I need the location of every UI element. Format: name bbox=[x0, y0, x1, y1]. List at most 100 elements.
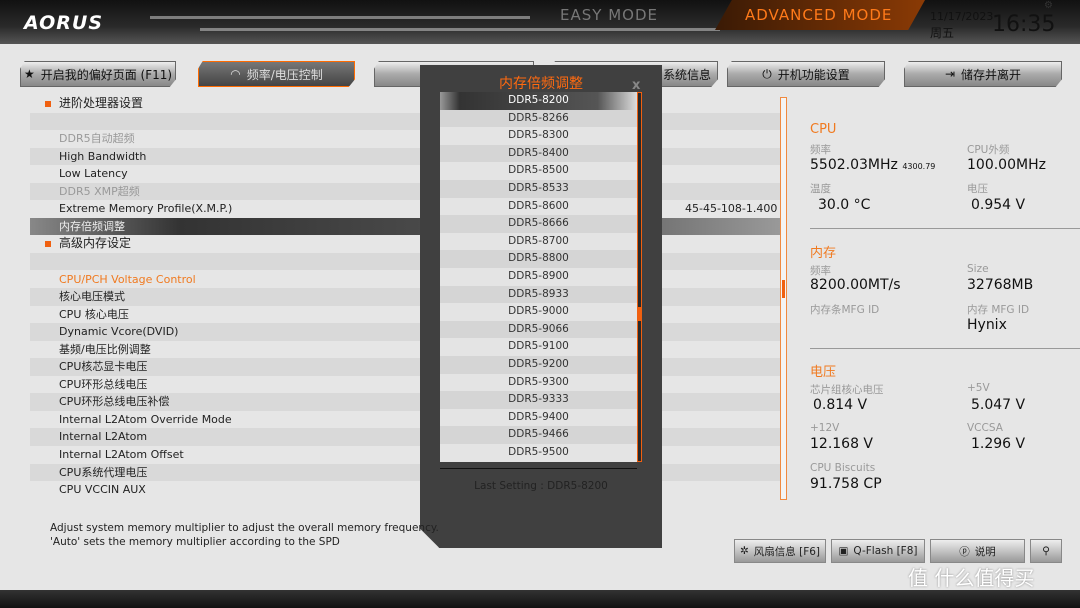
settings-row-label: Internal L2Atom Override Mode bbox=[59, 412, 232, 426]
settings-row[interactable]: CPU系统代理电压 bbox=[30, 463, 780, 482]
settings-row-label: CPU环形总线电压 bbox=[59, 377, 148, 391]
label: 内存 MFG ID bbox=[967, 304, 1030, 316]
settings-row[interactable]: 基频/电压比例调整 bbox=[30, 341, 780, 359]
settings-row bbox=[30, 112, 780, 131]
power-icon: ⏻ bbox=[762, 66, 772, 81]
fan-info-button[interactable]: ✲ 风扇信息 [F6] bbox=[734, 539, 826, 563]
advanced-mode-button[interactable]: ADVANCED MODE bbox=[715, 0, 925, 30]
label: 频率 bbox=[810, 265, 831, 277]
memory-mfg: Hynix bbox=[967, 317, 1007, 333]
settings-row[interactable]: CPU VCCIN AUX bbox=[30, 481, 780, 499]
option-item[interactable]: DDR5-9300 bbox=[440, 374, 637, 392]
settings-row-label: Internal L2Atom Offset bbox=[59, 448, 184, 461]
settings-row-label: CPU系统代理电压 bbox=[59, 465, 148, 479]
settings-row-label: CPU核芯显卡电压 bbox=[59, 360, 148, 374]
settings-row[interactable]: High Bandwidth bbox=[30, 147, 780, 166]
settings-row[interactable]: 进阶处理器设置 bbox=[30, 95, 780, 113]
settings-row-label: CPU 核心电压 bbox=[59, 307, 129, 321]
option-item[interactable]: DDR5-8500 bbox=[440, 162, 637, 180]
option-item[interactable]: DDR5-9100 bbox=[440, 338, 637, 356]
last-setting: Last Setting : DDR5-8200 bbox=[474, 480, 608, 492]
settings-row[interactable]: Internal L2Atom Offset bbox=[30, 446, 780, 464]
help-description: Adjust system memory multiplier to adjus… bbox=[50, 521, 439, 549]
vccsa: 1.296 V bbox=[971, 436, 1026, 452]
popup-scrollbar[interactable] bbox=[637, 92, 642, 462]
close-icon[interactable]: x bbox=[632, 78, 640, 93]
v5: 5.047 V bbox=[971, 397, 1026, 413]
option-item[interactable]: DDR5-8900 bbox=[440, 268, 637, 286]
option-item[interactable]: DDR5-9500 bbox=[440, 444, 637, 462]
settings-row[interactable]: DDR5自动超频 bbox=[30, 130, 780, 148]
divider bbox=[810, 228, 1080, 229]
settings-row-label: High Bandwidth bbox=[59, 149, 147, 163]
option-item[interactable]: DDR5-8300 bbox=[440, 127, 637, 145]
gauge-icon: ◠ bbox=[230, 67, 241, 81]
memory-multiplier-popup: 内存倍频调整 x DDR5-8200 DDR5-8266 DDR5-8300 DDR5… bbox=[420, 65, 662, 548]
option-item[interactable]: DDR5-8800 bbox=[440, 250, 637, 268]
tab-boot[interactable]: ⏻ 开机功能设置 bbox=[727, 61, 885, 87]
tab-frequency-voltage[interactable]: ◠ 频率/电压控制 bbox=[198, 61, 355, 87]
option-item[interactable]: DDR5-9400 bbox=[440, 409, 637, 427]
weekday: 周五 bbox=[930, 26, 955, 40]
scrollbar-thumb[interactable] bbox=[638, 307, 641, 321]
option-item[interactable]: DDR5-8600 bbox=[440, 198, 637, 216]
settings-row[interactable]: CPU环形总线电压补偿 bbox=[30, 393, 780, 411]
scrollbar-thumb[interactable] bbox=[782, 280, 785, 298]
fan-icon: ✲ bbox=[739, 545, 749, 557]
settings-row[interactable]: CPU核芯显卡电压 bbox=[30, 358, 780, 376]
divider bbox=[810, 348, 1080, 349]
label: 芯片组核心电压 bbox=[810, 384, 884, 396]
label: CPU外频 bbox=[967, 144, 1010, 156]
label: VCCSA bbox=[967, 422, 1003, 434]
option-item[interactable]: DDR5-8533 bbox=[440, 179, 637, 198]
option-item[interactable]: DDR5-8266 bbox=[440, 109, 637, 128]
settings-row-label: 高级内存设定 bbox=[59, 236, 132, 251]
cpu-frequency: 5502.03MHz 4300.79 bbox=[810, 157, 935, 173]
settings-scrollbar[interactable] bbox=[780, 97, 787, 500]
settings-row[interactable]: Extreme Memory Profile(X.M.P.) 45-45-108-… bbox=[30, 200, 780, 218]
label: 内存条MFG ID bbox=[810, 304, 880, 316]
easy-mode-button[interactable]: EASY MODE bbox=[540, 0, 690, 30]
settings-row[interactable]: Internal L2Atom Override Mode bbox=[30, 411, 780, 429]
cpu-bclk: 100.00MHz bbox=[967, 157, 1046, 173]
help-button[interactable]: ⓟ 说明 bbox=[930, 539, 1025, 563]
settings-row-value: 45-45-108-1.400 bbox=[685, 202, 778, 216]
settings-row[interactable]: CPU/PCH Voltage Control bbox=[30, 271, 780, 289]
pch-voltage: 0.814 V bbox=[813, 397, 868, 413]
settings-row[interactable]: Internal L2Atom bbox=[30, 428, 780, 446]
option-item[interactable]: DDR5-8200 bbox=[440, 92, 637, 110]
divider bbox=[440, 468, 637, 469]
clock: 16:35 bbox=[992, 12, 1056, 37]
settings-row-label: Internal L2Atom bbox=[59, 430, 148, 444]
option-item[interactable]: DDR5-9000 bbox=[440, 303, 637, 321]
label: +12V bbox=[810, 422, 840, 434]
option-item[interactable]: DDR5-9066 bbox=[440, 320, 637, 339]
settings-row[interactable]: 核心电压模式 bbox=[30, 288, 780, 306]
option-item[interactable]: DDR5-8666 bbox=[440, 215, 637, 233]
option-item[interactable]: DDR5-8700 bbox=[440, 233, 637, 251]
cpu-frequency-sub: 4300.79 bbox=[902, 162, 936, 171]
option-item[interactable]: DDR5-9466 bbox=[440, 426, 637, 444]
search-button[interactable]: ⚲ bbox=[1030, 539, 1062, 563]
settings-row[interactable]: Dynamic Vcore(DVID) bbox=[30, 323, 780, 341]
settings-row[interactable]: Low Latency bbox=[30, 165, 780, 183]
tab-save-exit[interactable]: ⇥ 储存并离开 bbox=[904, 61, 1062, 87]
tab-favorites[interactable]: ★ 开启我的偏好页面 (F11) bbox=[20, 61, 176, 87]
settings-row[interactable]: 内存倍频调整 bbox=[30, 217, 780, 236]
qflash-button[interactable]: ▣ Q-Flash [F8] bbox=[831, 539, 925, 563]
label: Size bbox=[967, 263, 989, 275]
option-item[interactable]: DDR5-8400 bbox=[440, 144, 637, 163]
exit-icon: ⇥ bbox=[944, 67, 956, 81]
settings-row[interactable]: DDR5 XMP超频 bbox=[30, 182, 780, 201]
option-item[interactable]: DDR5-9200 bbox=[440, 355, 637, 374]
settings-row-label: DDR5自动超频 bbox=[59, 132, 135, 146]
option-item[interactable]: DDR5-8933 bbox=[440, 285, 637, 304]
label: 电压 bbox=[967, 183, 988, 195]
watermark: 值 什么值得买 bbox=[908, 566, 1035, 590]
option-item[interactable]: DDR5-9333 bbox=[440, 391, 637, 409]
settings-row[interactable]: CPU 核心电压 bbox=[30, 306, 780, 324]
gear-icon[interactable]: ⚙ bbox=[1044, 0, 1053, 11]
settings-row[interactable]: CPU环形总线电压 bbox=[30, 376, 780, 394]
settings-row[interactable]: 高级内存设定 bbox=[30, 235, 780, 253]
memory-frequency: 8200.00MT/s bbox=[810, 277, 901, 293]
